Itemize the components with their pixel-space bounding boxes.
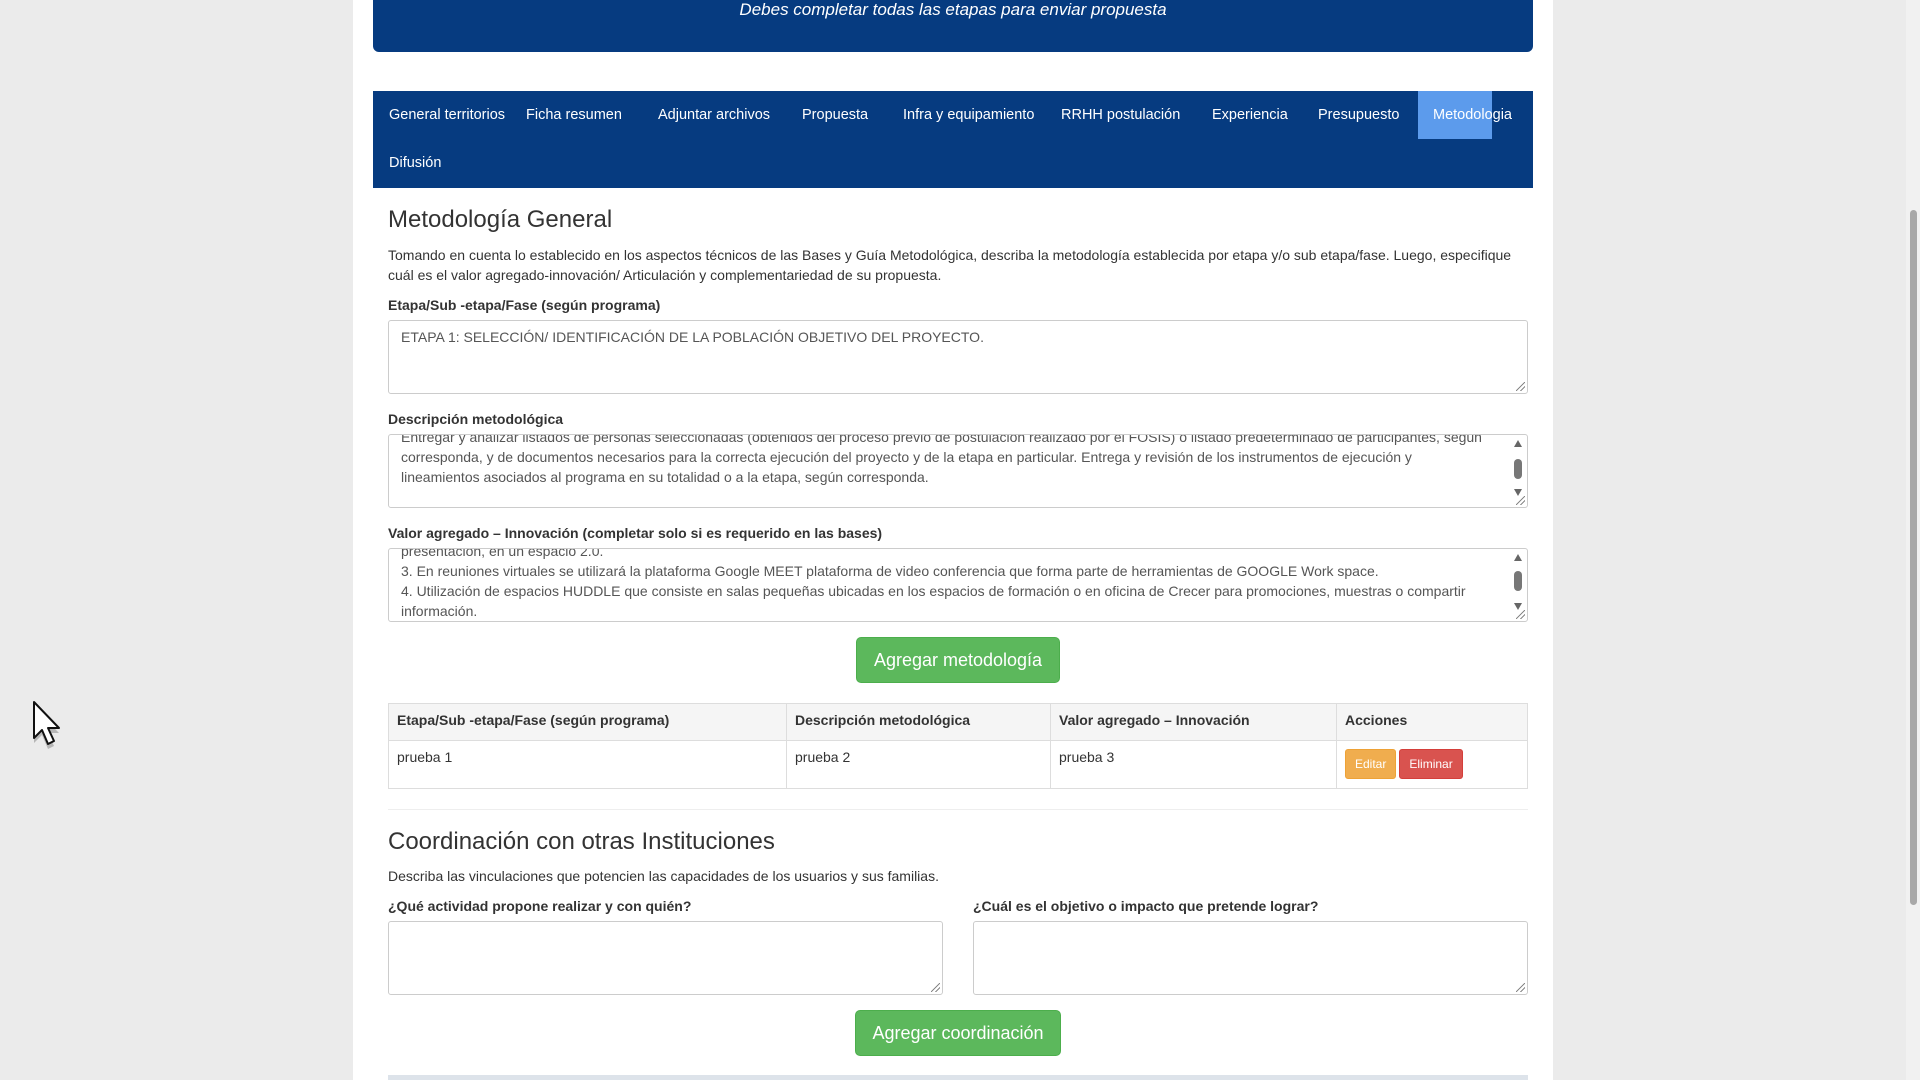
valor-textarea[interactable]: presentación, en un espacio 2.0. 3. En r…: [388, 548, 1528, 622]
cell-valor: prueba 3: [1050, 740, 1337, 789]
etapa-label: Etapa/Sub -etapa/Fase (según programa): [388, 297, 661, 313]
resize-grip-icon[interactable]: [1516, 610, 1525, 619]
scroll-up-icon[interactable]: [1514, 554, 1522, 561]
tab-difusion[interactable]: Difusión: [373, 139, 457, 187]
etapa-value: ETAPA 1: SELECCIÓN/ IDENTIFICACIÓN DE LA…: [401, 329, 984, 345]
metodologia-table: Etapa/Sub -etapa/Fase (según programa) D…: [388, 703, 1528, 789]
add-metodologia-button[interactable]: Agregar metodología: [856, 637, 1060, 683]
descripcion-textarea[interactable]: Entregar y analizar listados de personas…: [388, 434, 1528, 508]
top-banner: Debes completar todas las etapas para en…: [373, 0, 1533, 52]
scroll-up-icon[interactable]: [1514, 440, 1522, 447]
scroll-down-icon[interactable]: [1514, 489, 1522, 496]
actividad-textarea[interactable]: [388, 921, 943, 995]
section-divider: [388, 809, 1528, 810]
banner-text: Debes completar todas las etapas para en…: [739, 0, 1167, 19]
cell-descripcion: prueba 2: [786, 740, 1051, 789]
cell-acciones: Editar Eliminar: [1336, 740, 1528, 789]
page-container: Debes completar todas las etapas para en…: [353, 0, 1553, 1080]
header-descripcion: Descripción metodológica: [786, 703, 1051, 741]
objetivo-label: ¿Cuál es el objetivo o impacto que prete…: [973, 898, 1319, 914]
add-coordinacion-button[interactable]: Agregar coordinación: [855, 1010, 1061, 1056]
objetivo-textarea[interactable]: [973, 921, 1528, 995]
mouse-pointer-icon: [30, 700, 66, 757]
descripcion-scrollbar[interactable]: [1512, 438, 1524, 504]
tab-infra-equipamiento[interactable]: Infra y equipamiento: [887, 91, 1050, 139]
page-scroll-thumb[interactable]: [1910, 210, 1917, 905]
scroll-thumb[interactable]: [1514, 459, 1522, 479]
table-row: prueba 1 prueba 2 prueba 3 Editar Elimina…: [388, 740, 1528, 789]
header-etapa: Etapa/Sub -etapa/Fase (según programa): [388, 703, 787, 741]
tab-presupuesto[interactable]: Presupuesto: [1302, 91, 1415, 139]
tab-adjuntar-archivos[interactable]: Adjuntar archivos: [642, 91, 786, 139]
header-acciones: Acciones: [1336, 703, 1528, 741]
page-scrollbar[interactable]: [1906, 0, 1920, 1080]
metodologia-title: Metodología General: [388, 206, 613, 233]
tab-propuesta[interactable]: Propuesta: [786, 91, 884, 139]
table-header-row: Etapa/Sub -etapa/Fase (según programa) D…: [388, 703, 1528, 741]
metodologia-description: Tomando en cuenta lo establecido en los …: [388, 247, 1512, 283]
tab-navigation: General territorios Ficha resumen Adjunt…: [373, 91, 1533, 188]
edit-button[interactable]: Editar: [1345, 749, 1397, 779]
tab-metodologia[interactable]: Metodologia: [1418, 91, 1512, 139]
resize-grip-icon[interactable]: [1516, 382, 1525, 391]
coordinacion-description: Describa las vinculaciones que potencien…: [388, 868, 939, 884]
actividad-label: ¿Qué actividad propone realizar y con qu…: [388, 898, 692, 914]
resize-grip-icon[interactable]: [931, 983, 940, 992]
tab-experiencia[interactable]: Experiencia: [1196, 91, 1304, 139]
descripcion-text: Entregar y analizar listados de personas…: [401, 434, 1487, 487]
scroll-thumb[interactable]: [1514, 571, 1522, 591]
tab-ficha-resumen[interactable]: Ficha resumen: [510, 91, 638, 139]
valor-label: Valor agregado – Innovación (completar s…: [388, 525, 883, 541]
resize-grip-icon[interactable]: [1516, 496, 1525, 505]
etapa-textarea[interactable]: ETAPA 1: SELECCIÓN/ IDENTIFICACIÓN DE LA…: [388, 320, 1528, 394]
header-valor: Valor agregado – Innovación: [1050, 703, 1337, 741]
valor-partial-line: presentación, en un espacio 2.0.: [401, 548, 604, 559]
cell-etapa: prueba 1: [388, 740, 787, 789]
valor-scrollbar[interactable]: [1512, 552, 1524, 618]
tab-general-territorios[interactable]: General territorios: [373, 91, 521, 139]
delete-button[interactable]: Eliminar: [1399, 749, 1463, 779]
scroll-down-icon[interactable]: [1514, 603, 1522, 610]
next-table-edge: [388, 1075, 1528, 1080]
resize-grip-icon[interactable]: [1516, 983, 1525, 992]
valor-line-4: 4. Utilización de espacios HUDDLE que co…: [401, 583, 1466, 619]
valor-line-3: 3. En reuniones virtuales se utilizará l…: [401, 563, 1379, 579]
descripcion-value: corresponda, y de documentos necesarios …: [401, 449, 1412, 485]
coordinacion-title: Coordinación con otras Instituciones: [388, 828, 775, 855]
descripcion-label: Descripción metodológica: [388, 411, 564, 427]
tab-rrhh-postulacion[interactable]: RRHH postulación: [1045, 91, 1196, 139]
descripcion-partial-line: Entregar y analizar listados de personas…: [401, 434, 1482, 445]
valor-text: presentación, en un espacio 2.0. 3. En r…: [401, 548, 1487, 621]
